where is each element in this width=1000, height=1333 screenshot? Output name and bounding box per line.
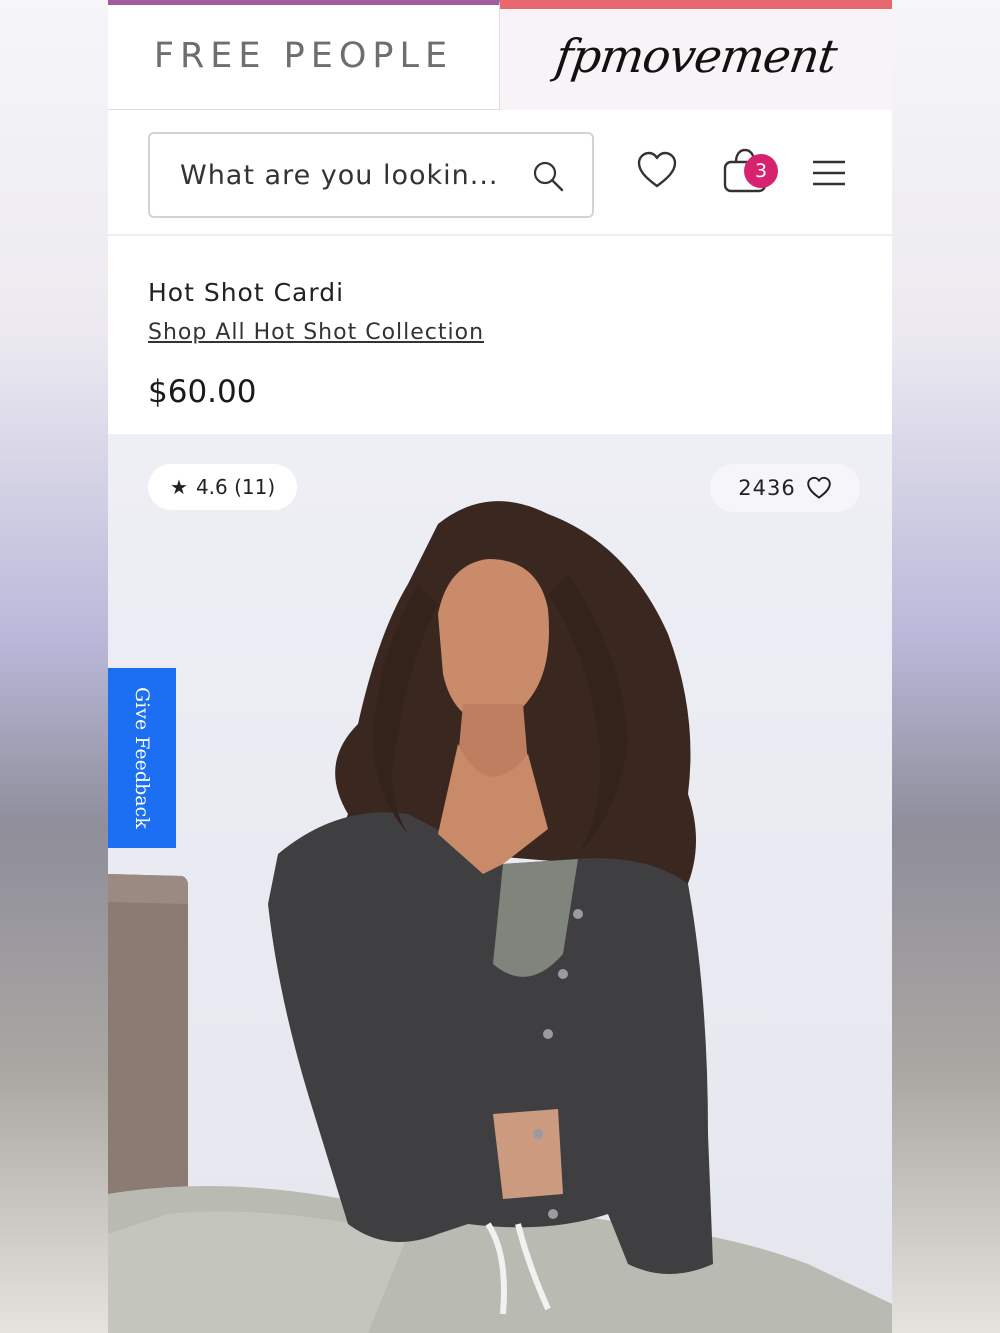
product-photo xyxy=(108,501,892,1333)
fp-movement-logo: fpmovement xyxy=(552,28,840,83)
free-people-logo: FREE PEOPLE xyxy=(153,36,454,76)
product-price: $60.00 xyxy=(148,374,257,410)
star-icon: ★ xyxy=(170,475,188,499)
shop-collection-link[interactable]: Shop All Hot Shot Collection xyxy=(148,320,484,345)
favorite-count-badge[interactable]: 2436 xyxy=(710,464,860,512)
cart-count-badge: 3 xyxy=(744,154,778,188)
favorite-count: 2436 xyxy=(738,476,796,500)
search-bar-row: What are you lookin... 3 xyxy=(108,112,892,236)
give-feedback-button[interactable]: Give Feedback xyxy=(108,668,176,848)
hamburger-menu-icon[interactable] xyxy=(812,160,846,186)
product-title: Hot Shot Cardi xyxy=(148,278,345,307)
product-info: Hot Shot Cardi Shop All Hot Shot Collect… xyxy=(108,236,892,434)
product-image[interactable]: ★ 4.6 (11) 2436 Give Feedback xyxy=(108,434,892,1333)
rating-value: 4.6 (11) xyxy=(195,475,276,499)
brand-header: FREE PEOPLE fpmovement xyxy=(108,0,892,112)
search-input[interactable]: What are you lookin... xyxy=(148,132,594,218)
fp-movement-logo-tab[interactable]: fpmovement xyxy=(500,0,892,110)
heart-icon[interactable] xyxy=(636,150,678,190)
heart-icon xyxy=(806,476,831,499)
phone-screen: FREE PEOPLE fpmovement What are you look… xyxy=(108,0,892,1333)
give-feedback-label: Give Feedback xyxy=(131,687,153,829)
rating-badge[interactable]: ★ 4.6 (11) xyxy=(148,464,298,510)
free-people-logo-tab[interactable]: FREE PEOPLE xyxy=(108,0,500,110)
search-icon[interactable] xyxy=(530,158,566,194)
search-placeholder: What are you lookin... xyxy=(180,160,499,191)
